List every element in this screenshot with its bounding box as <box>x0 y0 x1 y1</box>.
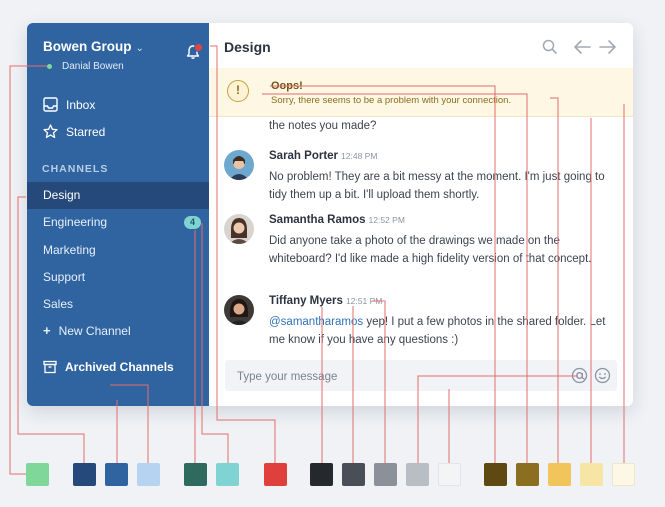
author-name: Samantha Ramos <box>269 214 366 226</box>
palette-swatch <box>184 463 207 486</box>
message-timestamp: 12:48 PM <box>341 151 378 161</box>
main-panel: Design ! Oops! Sorry, there seems to be … <box>209 23 633 406</box>
palette-swatch <box>310 463 333 486</box>
avatar <box>224 150 254 180</box>
message-continuation: the notes you made? <box>269 120 377 132</box>
sidebar: Bowen Group ⌄ Danial Bowen Inbox Starred … <box>27 23 209 406</box>
message-timestamp: 12:51 PM <box>345 296 383 306</box>
avatar <box>224 214 254 244</box>
emoji-icon[interactable] <box>594 367 611 384</box>
online-status-icon <box>47 64 52 69</box>
new-channel-button[interactable]: + New Channel <box>43 323 131 338</box>
alert-title: Oops! <box>271 80 303 92</box>
palette-swatch <box>484 463 507 486</box>
channel-sales[interactable]: Sales <box>27 291 209 318</box>
palette-swatch <box>516 463 539 486</box>
sidebar-item-inbox[interactable]: Inbox <box>43 97 95 112</box>
archive-icon <box>43 360 57 374</box>
palette-swatch <box>26 463 49 486</box>
palette-swatch <box>342 463 365 486</box>
message-author: Sarah Porter 12:48 PM <box>269 150 377 162</box>
channel-design[interactable]: Design <box>27 182 209 209</box>
archived-channels-button[interactable]: Archived Channels <box>43 360 174 374</box>
plus-icon: + <box>43 323 51 338</box>
channel-marketing[interactable]: Marketing <box>27 237 209 264</box>
palette-swatch <box>374 463 397 486</box>
channel-title: Design <box>224 39 271 55</box>
palette-swatch <box>264 463 287 486</box>
palette-swatch <box>438 463 461 486</box>
chat-app-window: Bowen Group ⌄ Danial Bowen Inbox Starred … <box>27 23 633 406</box>
message-author: Samantha Ramos 12:52 PM <box>269 214 405 226</box>
author-name: Sarah Porter <box>269 150 339 162</box>
user-mention-link[interactable]: @samantharamos <box>269 316 363 328</box>
archived-label: Archived Channels <box>65 360 174 374</box>
connection-alert: ! Oops! Sorry, there seems to be a probl… <box>209 68 633 117</box>
message-timestamp: 12:52 PM <box>368 215 405 225</box>
message-body: No problem! They are a bit messy at the … <box>269 171 605 201</box>
palette-swatch <box>612 463 635 486</box>
palette-swatch <box>580 463 603 486</box>
workspace-name: Bowen Group <box>43 39 132 54</box>
channel-label: Support <box>43 270 86 284</box>
current-user[interactable]: Danial Bowen <box>47 61 124 72</box>
palette-swatch <box>137 463 160 486</box>
new-channel-label: New Channel <box>58 324 131 338</box>
message-author: Tiffany Myers 12:51 PM <box>269 295 382 307</box>
sidebar-item-label: Starred <box>66 124 106 139</box>
message-body: @samantharamos yep! I put a few photos i… <box>269 313 619 349</box>
unread-count-badge: 4 <box>183 216 201 229</box>
channel-support[interactable]: Support <box>27 264 209 291</box>
author-name: Tiffany Myers <box>269 295 343 307</box>
channel-label: Design <box>43 188 81 202</box>
palette-swatch <box>548 463 571 486</box>
palette-swatch <box>73 463 96 486</box>
sidebar-item-label: Inbox <box>66 97 96 112</box>
channel-label: Marketing <box>43 243 96 257</box>
warning-icon: ! <box>227 80 249 102</box>
workspace-switcher[interactable]: Bowen Group ⌄ <box>43 39 144 54</box>
arrow-left-icon[interactable] <box>573 39 591 55</box>
notification-badge <box>194 43 203 52</box>
inbox-icon <box>43 97 58 112</box>
message-body: Did anyone take a photo of the drawings … <box>269 235 592 265</box>
avatar <box>224 295 254 325</box>
mention-icon[interactable] <box>571 367 588 384</box>
user-name: Danial Bowen <box>62 61 124 72</box>
chevron-down-icon: ⌄ <box>135 43 144 54</box>
arrow-right-icon[interactable] <box>599 39 617 55</box>
channels-section-label: CHANNELS <box>42 163 109 175</box>
channel-label: Engineering <box>43 215 108 229</box>
sidebar-item-starred[interactable]: Starred <box>43 124 105 139</box>
channel-engineering[interactable]: Engineering 4 <box>27 209 209 236</box>
palette-swatch <box>406 463 429 486</box>
channel-label: Sales <box>43 297 74 311</box>
star-icon <box>43 124 58 139</box>
palette-swatch <box>216 463 239 486</box>
message-input[interactable] <box>225 360 569 393</box>
message-composer <box>225 360 617 393</box>
palette-swatch <box>105 463 128 486</box>
search-icon[interactable] <box>542 39 558 55</box>
alert-message: Sorry, there seems to be a problem with … <box>271 95 512 106</box>
